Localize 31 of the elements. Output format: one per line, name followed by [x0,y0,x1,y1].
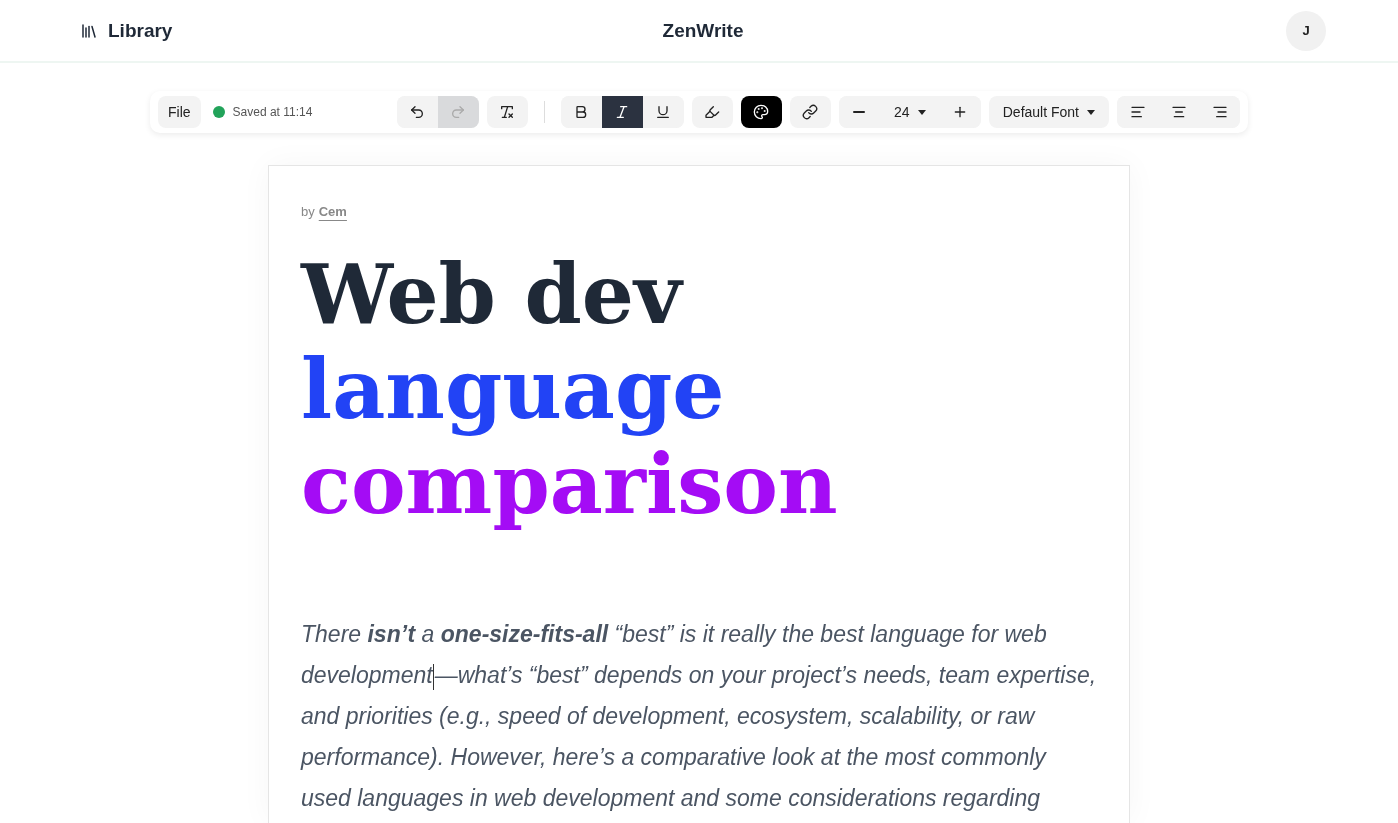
minus-icon [853,111,866,113]
dropdown-caret-icon [917,109,926,115]
clear-format-icon [499,104,516,120]
underline-icon [655,104,672,120]
highlight-button[interactable] [691,96,733,128]
file-button[interactable]: File [158,96,201,128]
palette-icon [753,104,770,120]
avatar-button[interactable]: J [1286,10,1326,51]
title-line: comparison [301,437,839,532]
align-right-icon [1211,104,1228,120]
library-link[interactable]: Library [80,19,173,42]
clear-format-button[interactable] [486,96,528,128]
italic-button[interactable] [601,96,643,128]
app-title: ZenWrite [662,19,744,42]
save-status: Saved at 11:14 [232,105,313,119]
title-line: language [301,342,726,437]
highlighter-icon [704,104,721,120]
color-button[interactable] [740,96,782,128]
font-family-dropdown[interactable]: Default Font [988,96,1109,128]
title-line: Web dev [301,247,685,342]
link-icon [802,104,819,120]
redo-icon [450,104,467,120]
dropdown-caret-icon [1087,109,1095,115]
library-icon [80,21,98,40]
align-left-icon [1129,104,1146,120]
byline-prefix: by [301,204,315,219]
align-center-icon [1170,104,1187,120]
author-link[interactable]: Cem [318,204,347,219]
undo-icon [409,104,426,120]
link-button[interactable] [789,96,831,128]
body-paragraph: There isn’t a one-size-fits-all “best” is it really the best language for web development—what’s “best” depends on your project’s needs, team expertise, and priorities (e.g., speed of development, ecosystem, scalability, or raw performance). However, here’s a comparative look at the most commonly used languages in web development and some considerations regarding [301,620,1097,813]
